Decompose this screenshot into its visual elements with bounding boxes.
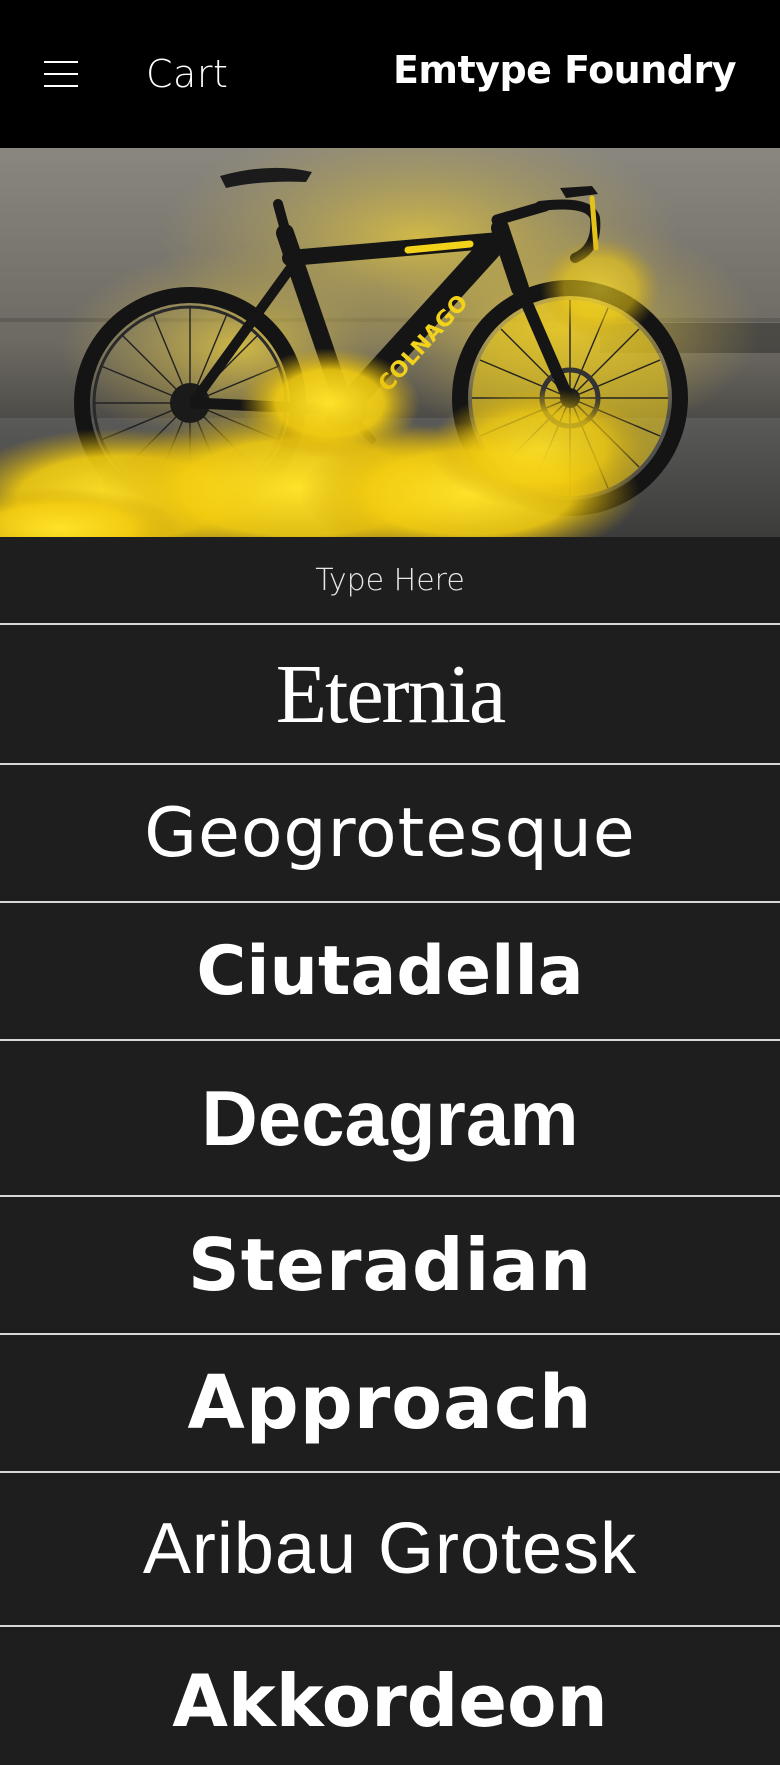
font-item-approach[interactable]: Approach xyxy=(0,1335,780,1473)
bicycle-illustration: COLNAGO xyxy=(0,148,780,537)
font-item-aribau-grotesk[interactable]: Aribau Grotesk xyxy=(0,1473,780,1627)
font-item-decagram[interactable]: Decagram xyxy=(0,1041,780,1197)
hero-image: COLNAGO xyxy=(0,148,780,537)
hamburger-menu-icon[interactable] xyxy=(36,50,86,98)
brand-logo[interactable]: Emtype Foundry xyxy=(393,44,737,96)
font-item-akkordeon[interactable]: Akkordeon xyxy=(0,1627,780,1765)
font-item-geogrotesque[interactable]: Geogrotesque xyxy=(0,765,780,903)
font-item-steradian[interactable]: Steradian xyxy=(0,1197,780,1335)
cart-link[interactable]: Cart xyxy=(146,50,228,98)
font-item-eternia[interactable]: Eternia xyxy=(0,625,780,765)
font-item-ciutadella[interactable]: Ciutadella xyxy=(0,903,780,1041)
top-bar: Cart Emtype Foundry xyxy=(0,0,780,148)
type-here-input[interactable]: Type Here xyxy=(0,537,780,625)
